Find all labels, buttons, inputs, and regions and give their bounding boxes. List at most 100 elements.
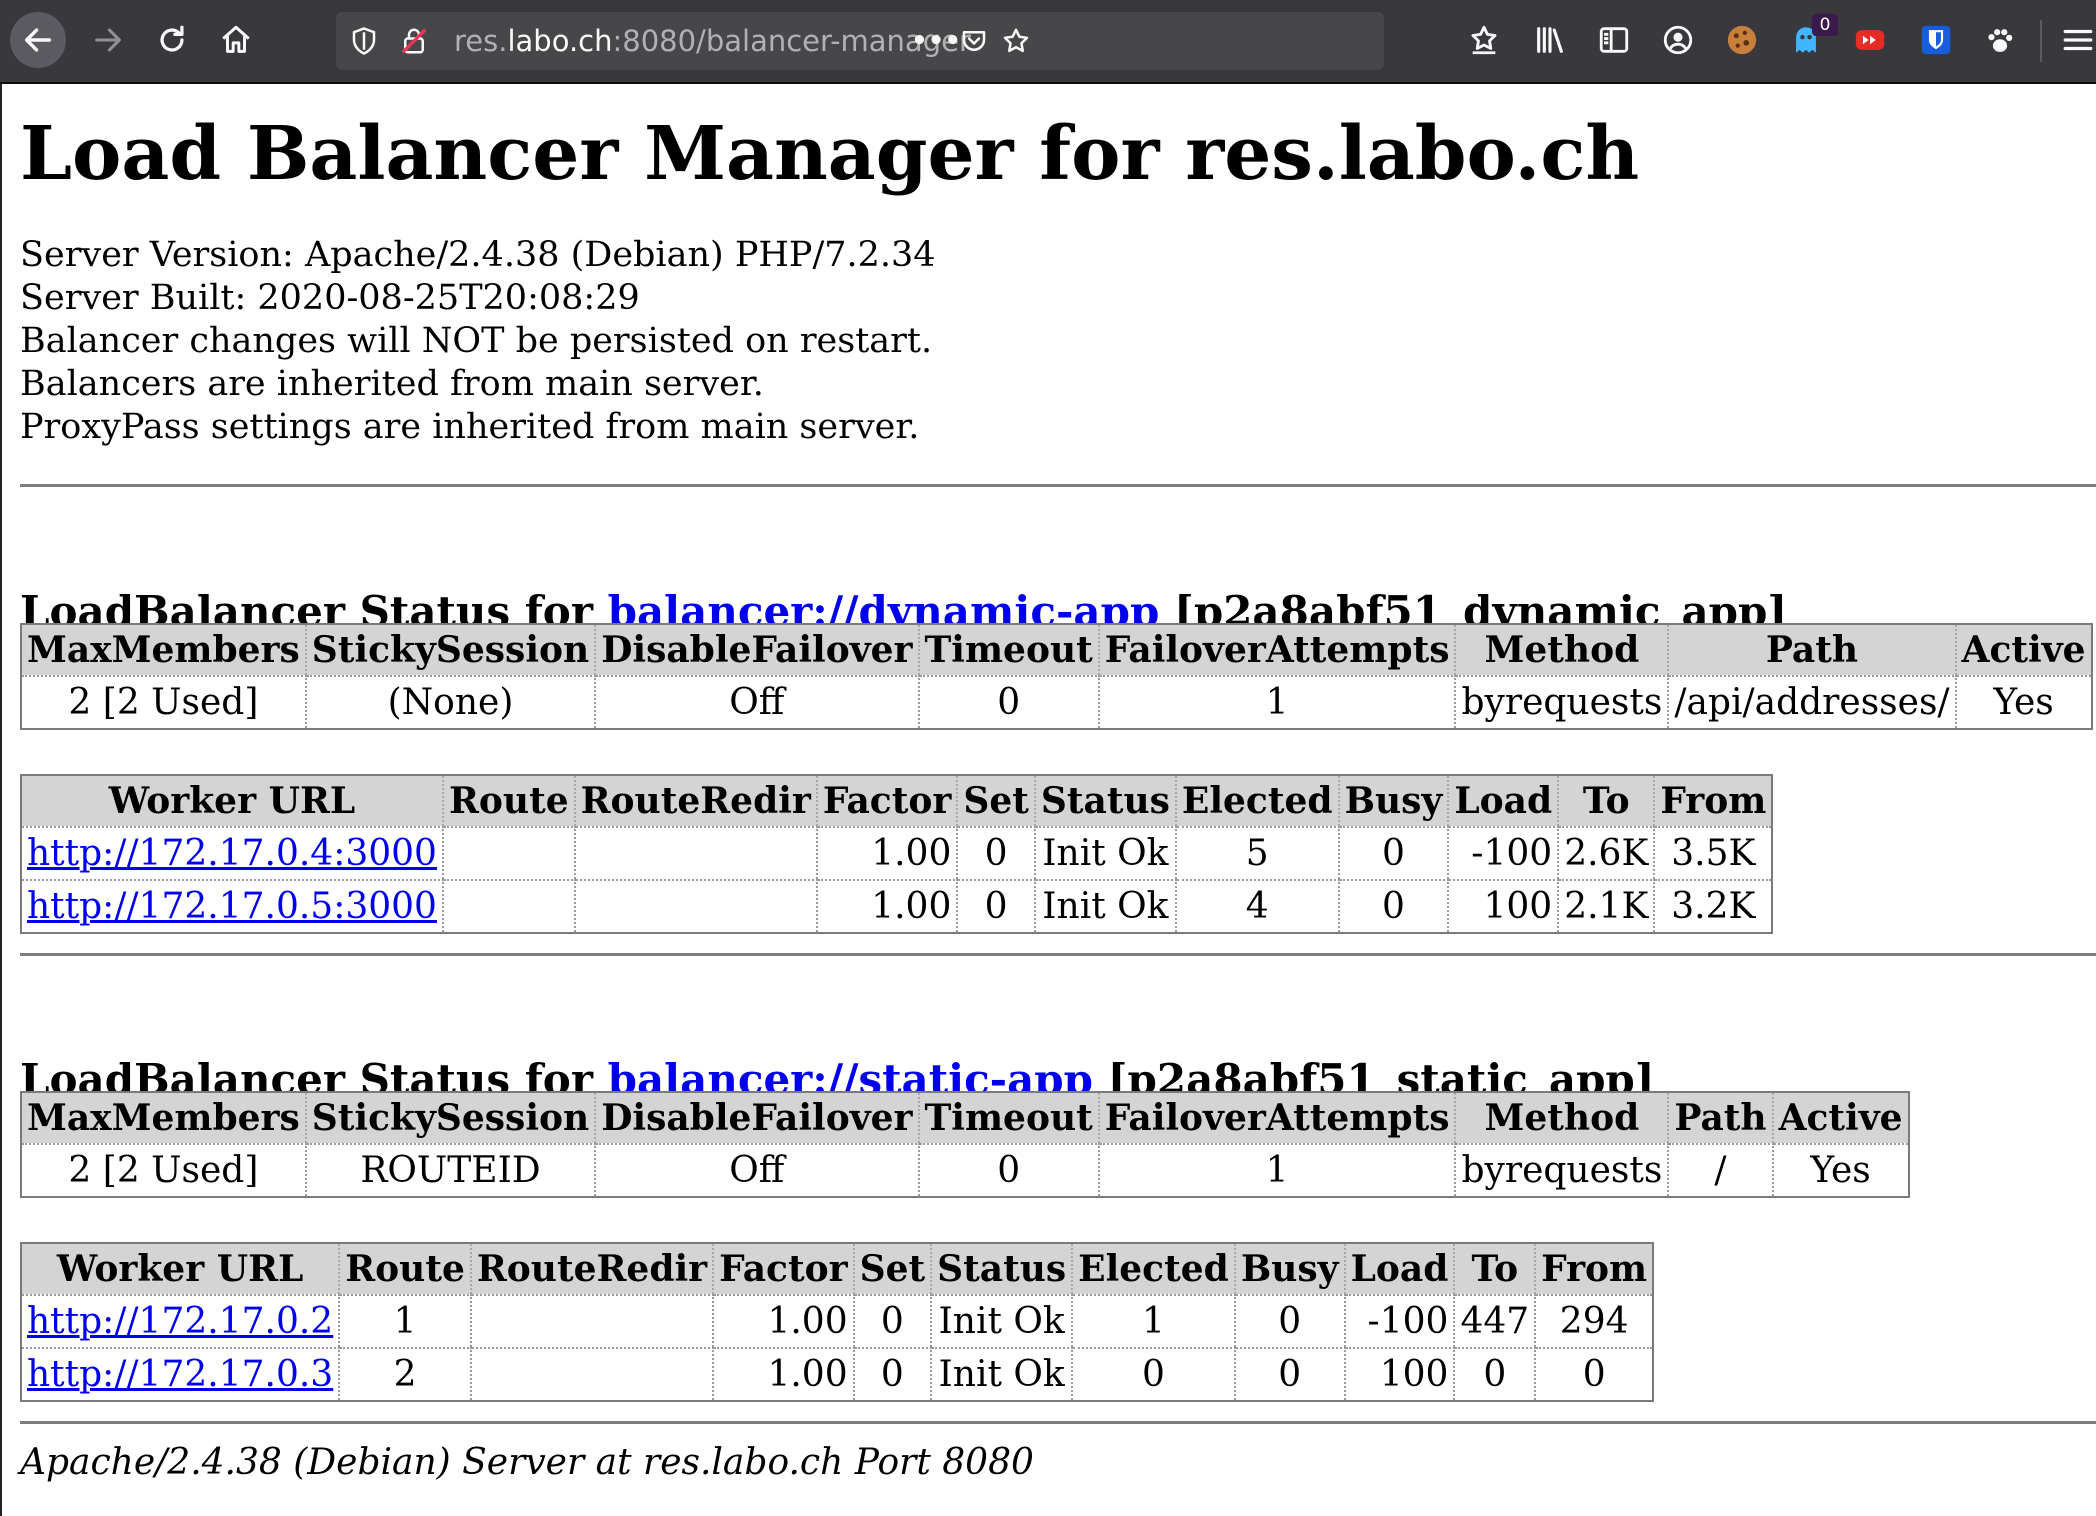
column-header: Method	[1456, 625, 1670, 675]
page-viewport: Load Balancer Manager for res.labo.ch Se…	[0, 84, 2096, 1516]
table-cell: 0	[854, 1294, 933, 1347]
column-header: MaxMembers	[22, 1093, 307, 1143]
table-cell: 100	[1345, 1347, 1456, 1400]
tracking-protection-shield-icon[interactable]	[346, 23, 382, 59]
worker-url-link[interactable]: http://172.17.0.5:3000	[27, 886, 437, 927]
account-icon[interactable]	[1658, 20, 1698, 60]
worker-table: Worker URL Route RouteRedir Factor Set S…	[20, 1242, 1655, 1402]
url-text[interactable]: res.labo.ch:8080/balancer-manager	[454, 23, 971, 59]
reading-list-star-icon[interactable]	[1464, 20, 1504, 60]
separator	[20, 1421, 2096, 1424]
forward-arrow-icon	[95, 28, 121, 52]
toolbar-divider	[2040, 20, 2042, 62]
column-header: Method	[1456, 1093, 1670, 1143]
balancers-inherited-line: Balancers are inherited from main server…	[20, 364, 764, 404]
worker-url-cell: http://172.17.0.4:3000	[22, 826, 444, 879]
table-cell: Yes	[1773, 1143, 1908, 1196]
column-header: Route	[340, 1244, 472, 1294]
column-header: RouteRedir	[471, 1244, 715, 1294]
worker-url-link[interactable]: http://172.17.0.3	[27, 1354, 333, 1395]
column-header: StickySession	[306, 1093, 597, 1143]
paw-extension-icon[interactable]	[1980, 20, 2020, 60]
column-header: Busy	[1339, 776, 1450, 826]
table-cell: 2 [2 Used]	[22, 675, 307, 728]
reload-button[interactable]	[144, 12, 200, 68]
table-cell: 1	[1073, 1294, 1236, 1347]
table-cell: 0	[1455, 1347, 1537, 1400]
worker-url-cell: http://172.17.0.3	[22, 1347, 341, 1400]
table-cell: Off	[596, 675, 920, 728]
extension-badge: 0	[1812, 14, 1838, 36]
table-cell: 0	[1339, 826, 1450, 879]
column-header: DisableFailover	[596, 625, 920, 675]
home-button[interactable]	[208, 12, 264, 68]
table-cell: 1.00	[817, 879, 959, 932]
bookmark-star-icon[interactable]	[998, 23, 1034, 59]
home-icon	[222, 25, 250, 53]
table-row: http://172.17.0.3 2 1.00 0 Init Ok 0 0 1…	[22, 1347, 1653, 1400]
table-cell: 2 [2 Used]	[22, 1143, 307, 1196]
sidebar-icon[interactable]	[1594, 20, 1634, 60]
table-cell: /	[1669, 1143, 1774, 1196]
column-header: Factor	[714, 1244, 855, 1294]
table-cell: 4	[1176, 879, 1340, 932]
column-header: MaxMembers	[22, 625, 307, 675]
column-header: To	[1559, 776, 1656, 826]
cookie-extension-icon[interactable]	[1722, 20, 1762, 60]
column-header: Path	[1669, 1093, 1774, 1143]
bitwarden-extension-icon[interactable]	[1916, 20, 1956, 60]
table-cell: 0	[1536, 1347, 1653, 1400]
insecure-lock-icon[interactable]	[396, 23, 432, 59]
server-address-footer: Apache/2.4.38 (Debian) Server at res.lab…	[20, 1442, 1034, 1483]
column-header: StickySession	[306, 625, 597, 675]
column-header: RouteRedir	[575, 776, 818, 826]
server-version-line: Server Version: Apache/2.4.38 (Debian) P…	[20, 235, 936, 275]
column-header: Load	[1449, 776, 1560, 826]
pocket-icon[interactable]	[956, 23, 992, 59]
table-cell: 0	[919, 675, 1100, 728]
column-header: Status	[1035, 776, 1177, 826]
table-cell: 3.5K	[1655, 826, 1772, 879]
table-cell: 2.6K	[1559, 826, 1656, 879]
column-header: FailoverAttempts	[1099, 1093, 1457, 1143]
persist-note-line: Balancer changes will NOT be persisted o…	[20, 321, 933, 361]
table-row: http://172.17.0.2 1 1.00 0 Init Ok 1 0 -…	[22, 1294, 1653, 1347]
column-header: Set	[958, 776, 1036, 826]
url-bar[interactable]: res.labo.ch:8080/balancer-manager •••	[336, 12, 1384, 70]
table-cell: 1	[340, 1294, 472, 1347]
table-cell: 0	[1235, 1347, 1346, 1400]
column-header: DisableFailover	[596, 1093, 920, 1143]
worker-url-cell: http://172.17.0.5:3000	[22, 879, 444, 932]
youtube-extension-icon[interactable]	[1850, 20, 1890, 60]
column-header: Busy	[1235, 1244, 1346, 1294]
table-cell: Init Ok	[1035, 879, 1177, 932]
column-header: Factor	[817, 776, 959, 826]
column-header: Elected	[1073, 1244, 1236, 1294]
table-cell: Init Ok	[932, 1294, 1074, 1347]
page-actions-button[interactable]: •••	[911, 23, 961, 59]
table-cell: 2.1K	[1559, 879, 1656, 932]
worker-url-link[interactable]: http://172.17.0.4:3000	[27, 833, 437, 874]
table-cell: 1	[1099, 1143, 1457, 1196]
table-cell	[443, 879, 576, 932]
forward-button[interactable]	[80, 12, 136, 68]
column-header: Active	[1956, 625, 2091, 675]
back-button[interactable]	[10, 12, 66, 68]
column-header: From	[1536, 1244, 1653, 1294]
table-cell: 0	[1339, 879, 1450, 932]
hamburger-menu-icon[interactable]	[2058, 20, 2096, 60]
column-header: Status	[932, 1244, 1074, 1294]
table-cell: Init Ok	[932, 1347, 1074, 1400]
balancer-settings-table: MaxMembers StickySession DisableFailover…	[20, 623, 2093, 730]
column-header: Active	[1773, 1093, 1908, 1143]
worker-url-link[interactable]: http://172.17.0.2	[27, 1301, 333, 1342]
table-cell: byrequests	[1456, 675, 1670, 728]
table-cell: 0	[919, 1143, 1100, 1196]
table-cell: 5	[1176, 826, 1340, 879]
table-row: http://172.17.0.4:3000 1.00 0 Init Ok 5 …	[22, 826, 1772, 879]
library-icon[interactable]	[1530, 20, 1570, 60]
table-cell: 0	[1235, 1294, 1346, 1347]
column-header: Timeout	[919, 1093, 1100, 1143]
browser-toolbar: res.labo.ch:8080/balancer-manager ••• 0	[0, 0, 2096, 84]
table-cell	[443, 826, 576, 879]
